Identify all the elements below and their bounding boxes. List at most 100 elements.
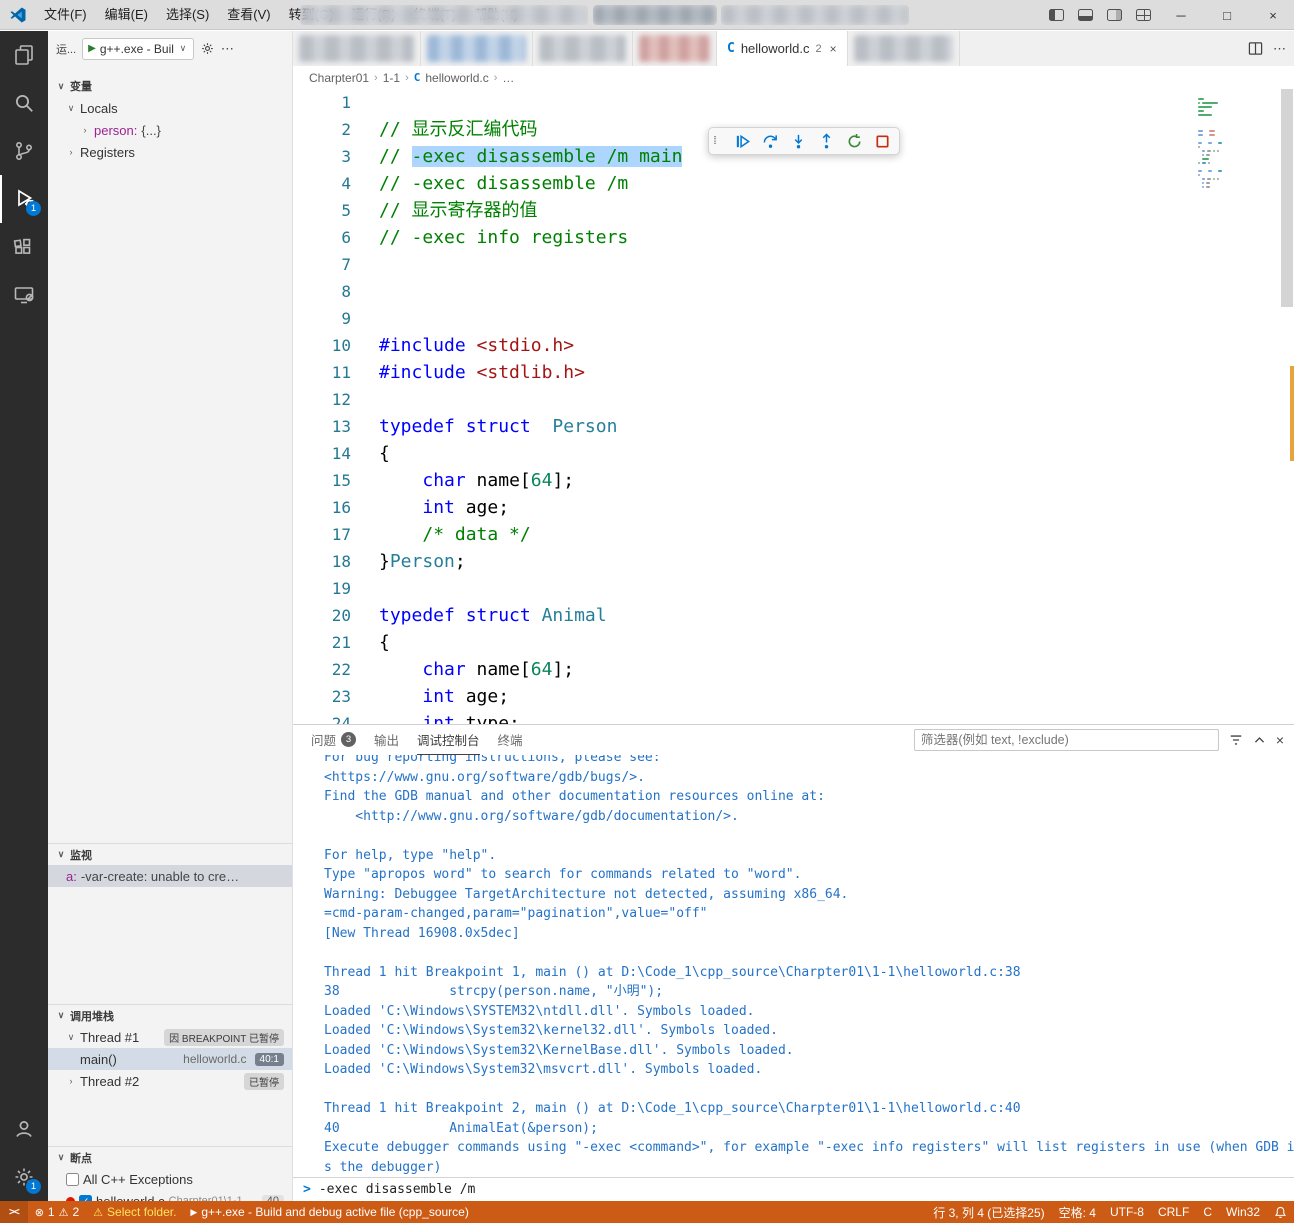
more-actions-icon[interactable]: ⋯: [221, 41, 234, 57]
redacted-tab[interactable]: [633, 31, 717, 66]
console-filter-input[interactable]: [913, 729, 1219, 751]
panel-tab[interactable]: 输出: [374, 725, 399, 755]
restart-icon[interactable]: [841, 129, 867, 153]
debug-console-input[interactable]: [318, 1182, 1294, 1197]
window-minimize-button[interactable]: ─: [1160, 0, 1202, 30]
code-line[interactable]: 18}Person;: [293, 548, 1294, 575]
code-line[interactable]: 19: [293, 575, 1294, 602]
breadcrumb-item[interactable]: Charpter01: [309, 71, 369, 85]
minimap[interactable]: [1198, 94, 1278, 190]
panel-tab[interactable]: 调试控制台: [417, 725, 480, 755]
window-maximize-button[interactable]: □: [1206, 0, 1248, 30]
notifications-bell-icon[interactable]: [1267, 1201, 1294, 1223]
extensions-icon[interactable]: [0, 223, 48, 271]
menu-item[interactable]: 选择(S): [157, 0, 218, 30]
toggle-panel-icon[interactable]: [1078, 9, 1093, 21]
customize-layout-icon[interactable]: [1136, 9, 1151, 21]
variable-person[interactable]: › person: {...}: [48, 119, 292, 141]
stop-icon[interactable]: [869, 129, 895, 153]
tab-helloworld[interactable]: C helloworld.c 2 ×: [717, 31, 848, 66]
code-line[interactable]: 9: [293, 305, 1294, 332]
account-icon[interactable]: [0, 1105, 48, 1153]
code-line[interactable]: 11 #include <stdlib.h>: [293, 359, 1294, 386]
code-editor[interactable]: 1 2// 显示反汇编代码 3// -exec disassemble /m mai…: [293, 89, 1294, 724]
stack-frame-row[interactable]: main() helloworld.c 40:1: [48, 1048, 292, 1070]
debug-settings-gear-icon[interactable]: [200, 41, 215, 56]
redacted-tab[interactable]: [421, 31, 533, 66]
code-line[interactable]: 20 typedef struct Animal: [293, 602, 1294, 629]
variables-header[interactable]: ∨ 变量: [48, 75, 292, 97]
window-close-button[interactable]: ×: [1252, 0, 1294, 30]
code-line[interactable]: 17 /* data */: [293, 521, 1294, 548]
editor-scrollbar[interactable]: [1281, 89, 1293, 307]
thread-1-row[interactable]: ∨ Thread #1 因 BREAKPOINT 已暂停: [48, 1026, 292, 1048]
code-line[interactable]: 15 char name[64];: [293, 467, 1294, 494]
remote-explorer-icon[interactable]: [0, 271, 48, 319]
step-into-icon[interactable]: [785, 129, 811, 153]
source-control-icon[interactable]: [0, 127, 48, 175]
eol-status[interactable]: CRLF: [1151, 1201, 1196, 1223]
code-line[interactable]: 24 int type;: [293, 710, 1294, 724]
editor-more-actions-icon[interactable]: ⋯: [1273, 41, 1286, 57]
menu-item[interactable]: 文件(F): [35, 0, 96, 30]
code-line[interactable]: 8: [293, 278, 1294, 305]
code-line[interactable]: 13 typedef struct Person: [293, 413, 1294, 440]
platform-status[interactable]: Win32: [1219, 1201, 1267, 1223]
panel-maximize-chevron-icon[interactable]: [1253, 734, 1266, 747]
tab-close-icon[interactable]: ×: [830, 42, 837, 56]
encoding-status[interactable]: UTF-8: [1103, 1201, 1151, 1223]
code-line[interactable]: 1: [293, 89, 1294, 116]
menu-item[interactable]: 查看(V): [218, 0, 279, 30]
code-line[interactable]: 4 // -exec disassemble /m: [293, 170, 1294, 197]
debug-start-icon[interactable]: ▶: [88, 43, 96, 54]
code-line[interactable]: 16 int age;: [293, 494, 1294, 521]
code-line[interactable]: 10 #include <stdio.h>: [293, 332, 1294, 359]
code-line[interactable]: 6 // -exec info registers: [293, 224, 1294, 251]
settings-gear-icon[interactable]: 1: [0, 1153, 48, 1201]
language-mode-status[interactable]: C: [1196, 1201, 1219, 1223]
thread-2-row[interactable]: › Thread #2 已暂停: [48, 1070, 292, 1092]
filter-icon[interactable]: [1229, 733, 1243, 747]
debug-config-dropdown[interactable]: ▶ g++.exe - Buil ∨: [82, 37, 194, 60]
console-output[interactable]: For bug reporting instructions, please s…: [293, 755, 1294, 1177]
code-line[interactable]: 5 // 显示寄存器的值: [293, 197, 1294, 224]
breadcrumb-item[interactable]: helloworld.c: [425, 71, 488, 85]
cursor-position-status[interactable]: 行 3, 列 4 (已选择25): [926, 1201, 1051, 1223]
redacted-tab[interactable]: [533, 31, 633, 66]
redacted-tab[interactable]: [293, 31, 421, 66]
indentation-status[interactable]: 空格: 4: [1052, 1201, 1103, 1223]
code-line[interactable]: 7: [293, 251, 1294, 278]
toolbar-drag-handle[interactable]: ⁞⁞: [713, 135, 727, 147]
toggle-sidebar-icon[interactable]: [1049, 9, 1064, 21]
locals-group[interactable]: ∨ Locals: [48, 97, 292, 119]
debug-task-status[interactable]: ▶ g++.exe - Build and debug active file …: [183, 1201, 475, 1223]
toggle-secondary-sidebar-icon[interactable]: [1107, 9, 1122, 21]
search-icon[interactable]: [0, 79, 48, 127]
exceptions-row[interactable]: All C++ Exceptions: [48, 1168, 292, 1190]
breakpoints-header[interactable]: ∨ 断点: [48, 1146, 292, 1168]
breadcrumb-item[interactable]: 1-1: [383, 71, 400, 85]
problems-status[interactable]: ⊗ 1 ⚠ 2: [28, 1201, 86, 1223]
registers-group[interactable]: › Registers: [48, 141, 292, 163]
exceptions-checkbox[interactable]: [66, 1172, 79, 1186]
continue-icon[interactable]: [729, 129, 755, 153]
watch-item[interactable]: a: -var-create: unable to cre…: [48, 865, 292, 887]
menu-item[interactable]: 编辑(E): [96, 0, 157, 30]
split-editor-icon[interactable]: [1248, 41, 1263, 56]
step-over-icon[interactable]: [757, 129, 783, 153]
panel-close-icon[interactable]: ×: [1276, 732, 1284, 748]
watch-header[interactable]: ∨ 监视: [48, 843, 292, 865]
breadcrumb-item[interactable]: …: [502, 71, 514, 85]
code-line[interactable]: 12: [293, 386, 1294, 413]
code-line[interactable]: 22 char name[64];: [293, 656, 1294, 683]
run-and-debug-icon[interactable]: 1: [0, 175, 48, 223]
remote-indicator[interactable]: ><: [0, 1201, 28, 1223]
select-folder-status[interactable]: ⚠ Select folder.: [86, 1201, 183, 1223]
step-out-icon[interactable]: [813, 129, 839, 153]
panel-tab[interactable]: 问题 3: [311, 725, 357, 755]
call-stack-header[interactable]: ∨ 调用堆栈: [48, 1004, 292, 1026]
code-line[interactable]: 14 {: [293, 440, 1294, 467]
code-line[interactable]: 23 int age;: [293, 683, 1294, 710]
explorer-icon[interactable]: [0, 31, 48, 79]
redacted-tab[interactable]: [848, 31, 960, 66]
